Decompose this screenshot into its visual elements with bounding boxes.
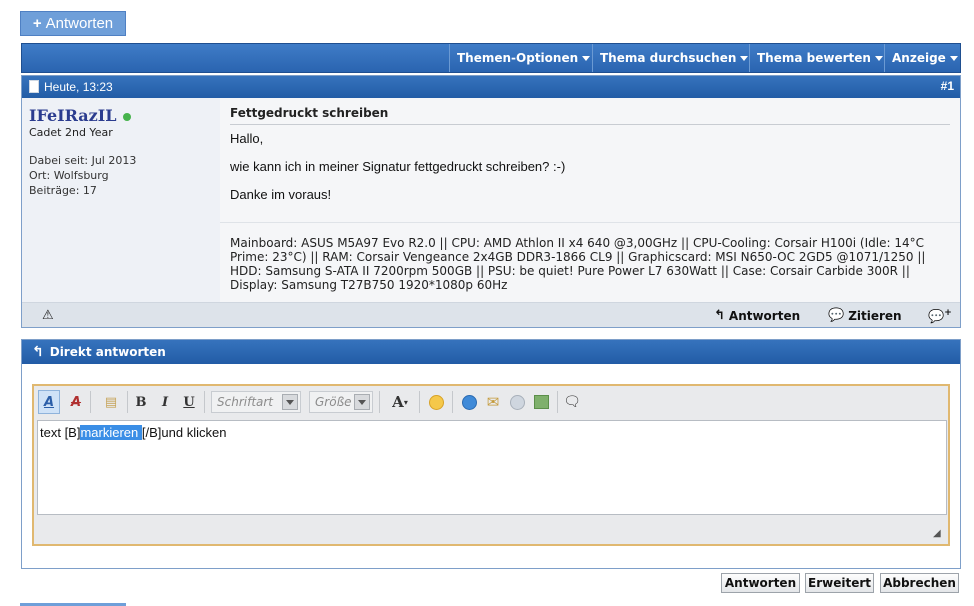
resize-handle-icon[interactable]: ◢ [933,529,944,540]
smiley-icon[interactable] [425,390,447,414]
toolbar-separator [452,391,453,413]
quick-reply-title: Direkt antworten [49,345,166,359]
paste-icon[interactable]: ▤ [100,390,122,414]
post-date: Heute, 13:23 [44,80,113,94]
wysiwyg-toggle-icon[interactable]: A [38,390,60,414]
post-body-line: Hallo, [230,131,264,146]
user-post-count: Beiträge: 17 [29,184,97,197]
document-icon [29,80,39,93]
online-status-icon [123,113,131,121]
reply-arrow-icon: ↰ [32,344,44,360]
thread-options-menu[interactable]: Themen-Optionen [449,44,592,72]
remove-format-icon[interactable]: A [65,390,87,414]
user-title: Cadet 2nd Year [29,126,113,139]
caret-down-icon [582,55,591,61]
font-size-select[interactable]: Größe [309,391,373,413]
top-reply-button[interactable]: + Antworten [20,11,126,36]
toolbar-separator [204,391,205,413]
text-after-selection: [/B]und klicken [141,425,227,440]
toolbar-separator [419,391,420,413]
search-thread-menu[interactable]: Thema durchsuchen [592,44,749,72]
display-mode-label: Anzeige [892,51,946,65]
quote-post-label: Zitieren [848,308,902,323]
insert-image-icon[interactable] [530,390,552,414]
reply-post-label: Antworten [728,308,801,323]
reply-post-button[interactable]: ↰ Antworten [714,308,800,323]
editor-toolbar: A A ▤ B I U Schriftart Größe A ▾ ✉ 🗨 [38,390,944,416]
reply-textarea[interactable]: text [B]markieren [/B]und klicken [37,420,947,515]
rate-thread-label: Thema bewerten [757,51,871,65]
reply-editor: A A ▤ B I U Schriftart Größe A ▾ ✉ 🗨 text… [32,384,950,546]
post-body-line: wie kann ich in meiner Signatur fettgedr… [230,159,566,174]
toolbar-separator [379,391,380,413]
advanced-mode-button[interactable]: Erweitert [805,573,874,593]
search-thread-label: Thema durchsuchen [600,51,737,65]
quote-post-button[interactable]: 💬 Zitieren [828,308,902,323]
quote-icon: 💬 [828,308,845,323]
bold-icon[interactable]: B [130,390,152,414]
post-signature: Mainboard: ASUS M5A97 Evo R2.0 || CPU: A… [230,236,926,292]
report-warning-icon[interactable]: ⚠ [42,308,54,323]
font-family-select[interactable]: Schriftart [211,391,301,413]
font-family-placeholder: Schriftart [217,395,274,409]
cancel-button[interactable]: Abbrechen [880,573,959,593]
post-header: Heute, 13:23 #1 [22,76,960,98]
selected-text: markieren [80,425,142,440]
display-mode-menu[interactable]: Anzeige [884,44,960,72]
font-size-placeholder: Größe [315,395,352,409]
dropdown-arrow-icon [354,394,370,410]
post-number-link[interactable]: #1 [941,79,954,93]
submit-reply-button[interactable]: Antworten [721,573,800,593]
multi-quote-icon: 💬+ [928,308,952,325]
toolbar-separator [557,391,558,413]
toolbar-separator [127,391,128,413]
dropdown-arrow-icon [282,394,298,410]
rate-thread-menu[interactable]: Thema bewerten [749,44,884,72]
quick-reply-header: ↰ Direkt antworten [22,340,960,364]
toolbar-separator [90,391,91,413]
remove-link-icon[interactable] [506,390,528,414]
username-link[interactable]: IFeIRazIL [29,106,116,125]
plus-icon: + [32,15,42,32]
insert-link-icon[interactable] [458,390,480,414]
italic-icon[interactable]: I [154,390,176,414]
caret-down-icon [874,55,883,61]
caret-down-icon [949,55,958,61]
post-body-line: Danke im voraus! [230,187,332,202]
forum-post: Heute, 13:23 #1 IFeIRazIL Cadet 2nd Year… [21,75,961,328]
user-location: Ort: Wolfsburg [29,169,109,182]
post-title: Fettgedruckt schreiben [230,106,389,120]
signature-divider [220,222,960,223]
font-color-icon[interactable]: A ▾ [386,390,414,414]
insert-email-icon[interactable]: ✉ [482,390,504,414]
post-footer: ⚠ ↰ Antworten 💬 Zitieren 💬+ [22,302,960,327]
insert-quote-icon[interactable]: 🗨 [561,390,583,414]
multi-quote-button[interactable]: 💬+ [928,308,956,324]
thread-toolbar: Themen-Optionen Thema durchsuchen Thema … [21,43,961,73]
user-info-panel: IFeIRazIL Cadet 2nd Year Dabei seit: Jul… [22,98,220,302]
top-reply-label: Antworten [45,15,114,32]
caret-down-icon [740,55,749,61]
post-content: Fettgedruckt schreiben Hallo, wie kann i… [220,98,960,302]
reply-arrow-icon: ↰ [714,308,725,323]
thread-options-label: Themen-Optionen [457,51,579,65]
quick-reply-panel: ↰ Direkt antworten A A ▤ B I U Schriftar… [21,339,961,569]
text-before-selection: text [B] [40,425,81,440]
title-divider [230,124,950,125]
user-joined: Dabei seit: Jul 2013 [29,154,137,167]
underline-icon[interactable]: U [178,390,200,414]
